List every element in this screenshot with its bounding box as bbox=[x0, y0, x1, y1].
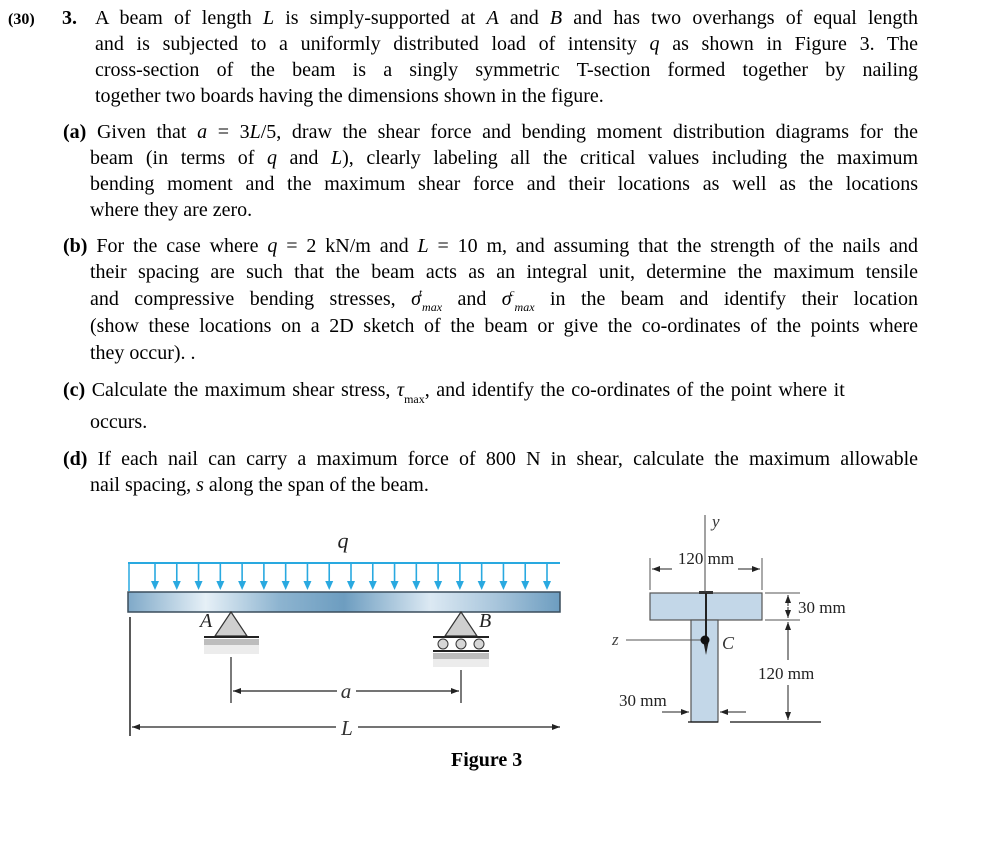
support-b-ground-shadow bbox=[433, 659, 489, 667]
load-arrow-head bbox=[194, 581, 203, 590]
web bbox=[690, 619, 719, 723]
dim-a-label: a bbox=[341, 679, 352, 703]
load-arrow-head bbox=[412, 581, 421, 590]
load-arrow-head bbox=[347, 581, 355, 590]
roller bbox=[437, 638, 449, 650]
support-a-ground bbox=[204, 639, 259, 645]
support-a-ground-shadow bbox=[204, 645, 259, 654]
load-arrow-head bbox=[390, 581, 399, 590]
load-arrow-head bbox=[281, 581, 290, 590]
load-arrow-head bbox=[216, 581, 225, 590]
support-a-label: A bbox=[198, 610, 213, 632]
load-arrow-head bbox=[259, 581, 268, 590]
web-width-label: 30 mm bbox=[619, 691, 667, 710]
load-arrow-head bbox=[325, 581, 334, 590]
roller bbox=[473, 638, 485, 650]
load-arrow-head bbox=[172, 581, 181, 590]
load-arrow-head bbox=[368, 581, 377, 590]
load-arrow-head bbox=[521, 581, 530, 590]
centroid-dot bbox=[700, 635, 710, 645]
load-arrow-head bbox=[543, 581, 551, 590]
load-arrow-head bbox=[477, 581, 486, 590]
load-arrow-head bbox=[434, 581, 443, 590]
load-arrow-head bbox=[151, 581, 159, 590]
flange-thickness-label: 30 mm bbox=[798, 598, 846, 617]
load-arrow-head bbox=[455, 581, 464, 590]
y-axis-label: y bbox=[710, 512, 720, 531]
support-b-label: B bbox=[479, 610, 491, 632]
figure-caption: Figure 3 bbox=[451, 749, 523, 771]
support-a-triangle bbox=[213, 610, 249, 637]
load-label-q: q bbox=[338, 528, 349, 553]
load-arrows bbox=[151, 564, 551, 590]
flange-width-label: 120 mm bbox=[678, 549, 734, 568]
z-axis-label: z bbox=[611, 630, 619, 649]
t-section bbox=[649, 591, 763, 723]
beam bbox=[127, 591, 561, 613]
dim-l-label: L bbox=[340, 716, 353, 740]
load-arrow-head bbox=[499, 581, 508, 590]
support-b-triangle bbox=[443, 610, 479, 637]
beam-figure: q A B a L y z C 120 mm 30 mm 120 mm 30 m… bbox=[127, 512, 846, 740]
load-arrow-head bbox=[238, 581, 247, 590]
web-height-label: 120 mm bbox=[758, 664, 814, 683]
support-b-ground bbox=[433, 653, 489, 659]
roller bbox=[455, 638, 467, 650]
centroid-label: C bbox=[722, 633, 735, 653]
load-arrow-head bbox=[303, 581, 312, 590]
support-a bbox=[204, 610, 259, 654]
